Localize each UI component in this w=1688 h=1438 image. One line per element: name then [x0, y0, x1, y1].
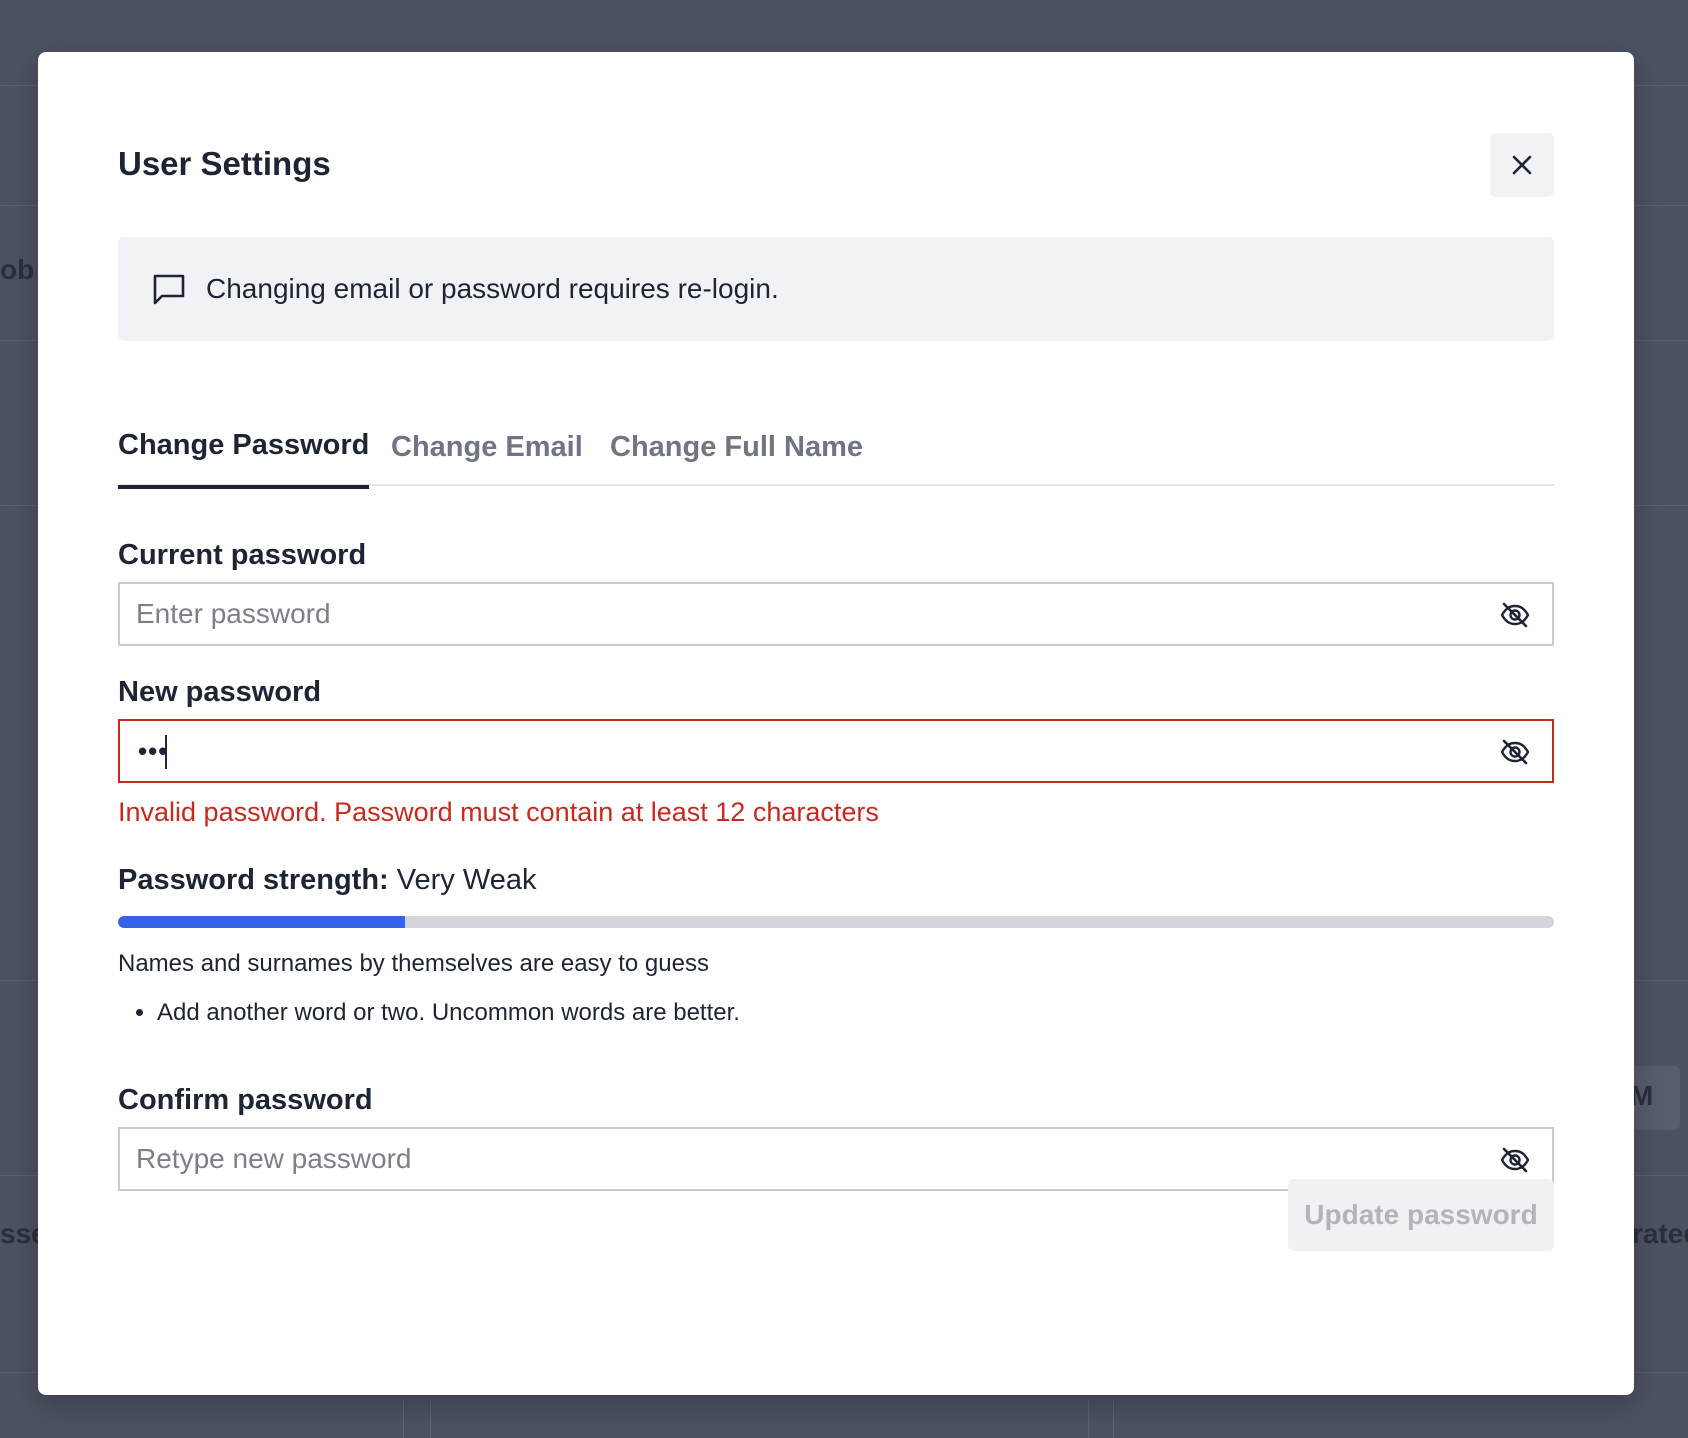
- new-password-masked-value: •••: [138, 736, 169, 766]
- strength-value: Very Weak: [396, 864, 537, 896]
- tab-change-email[interactable]: Change Email: [391, 427, 583, 487]
- strength-label: Password strength:: [118, 864, 389, 896]
- text-caret: [165, 735, 167, 769]
- user-settings-dialog: User Settings Changing email or password…: [38, 52, 1634, 1395]
- strength-meter-fill: [118, 916, 406, 928]
- current-password-field: [118, 582, 1554, 646]
- background-text: rated: [1632, 1218, 1688, 1249]
- current-password-label: Current password: [118, 539, 367, 571]
- close-icon: [1511, 154, 1533, 176]
- strength-warning: Names and surnames by themselves are eas…: [118, 950, 709, 977]
- background-divider: [430, 1400, 431, 1438]
- strength-suggestions: Add another word or two. Uncommon words …: [118, 996, 740, 1030]
- new-password-field[interactable]: •••: [118, 719, 1554, 783]
- confirm-password-label: Confirm password: [118, 1084, 373, 1116]
- background-divider: [403, 1400, 404, 1438]
- background-divider: [1113, 1400, 1114, 1438]
- new-password-error: Invalid password. Password must contain …: [118, 797, 879, 827]
- update-password-button[interactable]: Update password: [1288, 1179, 1554, 1251]
- tab-change-password[interactable]: Change Password: [118, 425, 370, 489]
- dialog-title: User Settings: [118, 145, 331, 182]
- strength-meter: [118, 916, 1554, 928]
- settings-tabs: Change Password Change Email Change Full…: [118, 417, 1554, 489]
- confirm-password-input[interactable]: [120, 1129, 1480, 1189]
- suggestion-item: Add another word or two. Uncommon words …: [157, 996, 740, 1030]
- message-square-icon: [150, 270, 188, 308]
- current-password-input[interactable]: [120, 584, 1480, 644]
- eye-off-icon[interactable]: [1498, 598, 1532, 632]
- tab-change-full-name[interactable]: Change Full Name: [610, 427, 863, 487]
- notice-text: Changing email or password requires re-l…: [206, 273, 779, 304]
- background-text: ob: [0, 254, 35, 285]
- eye-off-icon[interactable]: [1498, 735, 1532, 769]
- new-password-label: New password: [118, 676, 322, 708]
- eye-off-icon[interactable]: [1498, 1143, 1532, 1177]
- relogin-notice: Changing email or password requires re-l…: [118, 237, 1554, 341]
- close-button[interactable]: [1490, 133, 1554, 197]
- password-strength: Password strength: Very Weak: [118, 862, 536, 898]
- background-divider: [1088, 1400, 1089, 1438]
